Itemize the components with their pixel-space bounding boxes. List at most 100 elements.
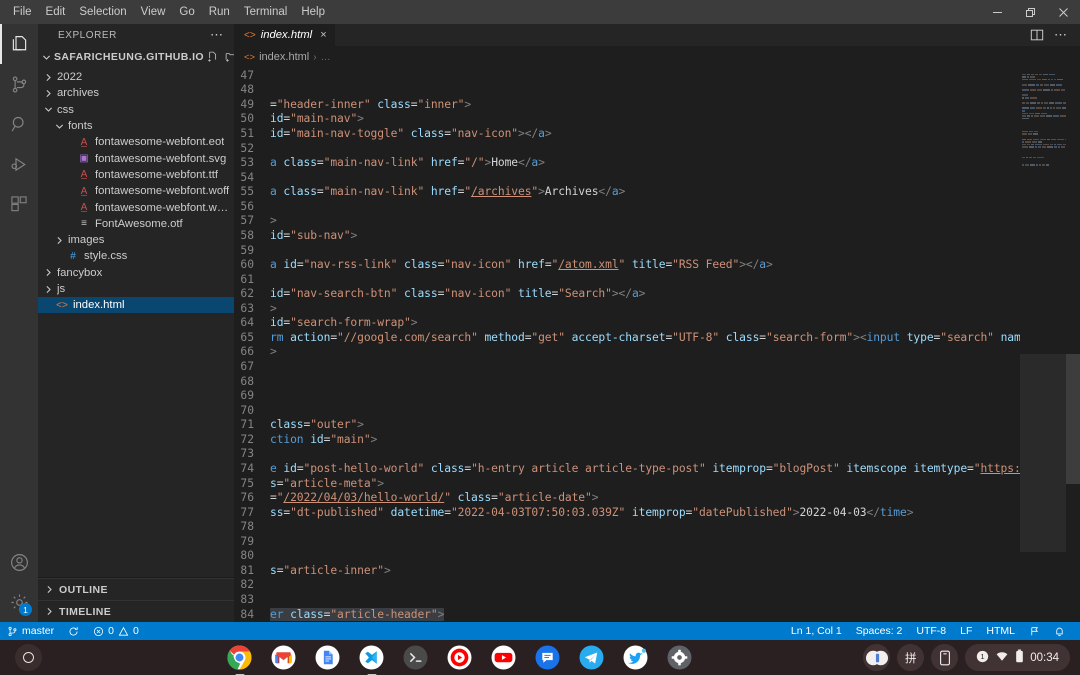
chat-icon bbox=[535, 645, 560, 670]
taskbar-app-youtube-music[interactable] bbox=[446, 644, 473, 671]
taskbar-app-telegram[interactable] bbox=[578, 644, 605, 671]
minimap-token bbox=[1033, 157, 1036, 159]
status-problems[interactable]: 0 0 bbox=[86, 622, 146, 640]
tree-file-fontawesome-webfont-svg[interactable]: ▣fontawesome-webfont.svg bbox=[38, 150, 234, 166]
tree-file-fontawesome-otf[interactable]: ≡FontAwesome.otf bbox=[38, 216, 234, 232]
menu-run[interactable]: Run bbox=[202, 2, 237, 23]
taskbar-app-settings[interactable] bbox=[666, 644, 693, 671]
taskbar-app-twitter[interactable] bbox=[622, 644, 649, 671]
status-branch[interactable]: master bbox=[0, 622, 61, 640]
taskbar-app-terminal[interactable] bbox=[402, 644, 429, 671]
minimap-token bbox=[1056, 107, 1061, 109]
tree-folder-js[interactable]: js bbox=[38, 281, 234, 297]
tree-folder-fonts[interactable]: fonts bbox=[38, 118, 234, 134]
tree-item-label: fontawesome-webfont.eot bbox=[95, 136, 224, 148]
minimap-token bbox=[1056, 84, 1062, 86]
taskbar-app-google-docs[interactable] bbox=[314, 644, 341, 671]
terminal-icon bbox=[403, 645, 428, 670]
chevron-down-icon bbox=[42, 105, 54, 114]
tray-battery-widget[interactable] bbox=[863, 644, 890, 671]
taskbar-app-chrome[interactable] bbox=[226, 644, 253, 671]
menu-terminal[interactable]: Terminal bbox=[237, 2, 294, 23]
line-number: 70 bbox=[234, 404, 270, 417]
code-line: 57> bbox=[234, 214, 1080, 229]
sidebar-section-timeline[interactable]: TIMELINE bbox=[38, 600, 234, 622]
tree-item-label: js bbox=[57, 283, 65, 295]
tree-folder-images[interactable]: images bbox=[38, 232, 234, 248]
taskbar-app-google-chat[interactable] bbox=[534, 644, 561, 671]
minimap-token bbox=[1022, 107, 1029, 109]
taskbar-app-youtube[interactable] bbox=[490, 644, 517, 671]
close-icon[interactable] bbox=[1047, 0, 1080, 24]
tree-folder-css[interactable]: css bbox=[38, 102, 234, 118]
minimap[interactable] bbox=[1020, 68, 1066, 622]
code-editor[interactable]: 474849="header-inner" class="inner">50id… bbox=[234, 68, 1080, 622]
tray-status-area[interactable]: 1 00:34 bbox=[965, 644, 1070, 671]
tree-file-fontawesome-webfont-ttf[interactable]: A̲fontawesome-webfont.ttf bbox=[38, 167, 234, 183]
tray-phone-hub-button[interactable] bbox=[931, 644, 958, 671]
breadcrumb-trailing[interactable]: … bbox=[321, 52, 331, 63]
sidebar-bottom-sections: OUTLINE TIMELINE bbox=[38, 577, 234, 622]
tree-file-style-css[interactable]: #style.css bbox=[38, 248, 234, 264]
launcher-button[interactable] bbox=[0, 644, 56, 671]
status-error-count: 0 bbox=[108, 625, 114, 637]
close-icon[interactable]: × bbox=[320, 29, 326, 41]
activitybar-item-source-control[interactable] bbox=[0, 64, 38, 104]
tray-ime-button[interactable]: 拼 bbox=[897, 644, 924, 671]
status-feedback[interactable] bbox=[1022, 622, 1047, 640]
tree-folder-2022[interactable]: 2022 bbox=[38, 69, 234, 85]
status-cursor-position[interactable]: Ln 1, Col 1 bbox=[784, 622, 849, 640]
split-editor-icon[interactable] bbox=[1030, 28, 1044, 42]
line-number: 83 bbox=[234, 593, 270, 606]
new-file-icon[interactable] bbox=[207, 51, 219, 63]
taskbar-app-gmail[interactable] bbox=[270, 644, 297, 671]
sidebar-section-outline[interactable]: OUTLINE bbox=[38, 578, 234, 600]
activitybar-item-manage-settings[interactable]: 1 bbox=[0, 582, 38, 622]
code-line: 58id="sub-nav"> bbox=[234, 228, 1080, 243]
minimap-token bbox=[1031, 115, 1033, 117]
minimap-token bbox=[1057, 139, 1064, 141]
account-icon bbox=[9, 552, 30, 573]
tab-index-html[interactable]: <> index.html × bbox=[234, 24, 336, 46]
menu-view[interactable]: View bbox=[134, 2, 173, 23]
minimap-token bbox=[1030, 89, 1036, 91]
minimap-slider[interactable] bbox=[1020, 354, 1066, 552]
status-language-mode[interactable]: HTML bbox=[979, 622, 1022, 640]
tree-folder-fancybox[interactable]: fancybox bbox=[38, 265, 234, 281]
status-eol[interactable]: LF bbox=[953, 622, 979, 640]
activitybar-item-accounts[interactable] bbox=[0, 542, 38, 582]
activitybar-item-search[interactable] bbox=[0, 104, 38, 144]
more-actions-icon[interactable]: ⋯ bbox=[1054, 31, 1068, 39]
minimize-icon[interactable] bbox=[981, 0, 1014, 24]
code-line: 48 bbox=[234, 83, 1080, 98]
tree-file-fontawesome-webfont-woff[interactable]: A̲fontawesome-webfont.woff bbox=[38, 183, 234, 199]
menu-edit[interactable]: Edit bbox=[39, 2, 73, 23]
status-indentation[interactable]: Spaces: 2 bbox=[849, 622, 910, 640]
more-actions-icon[interactable]: ⋯ bbox=[210, 31, 224, 39]
restore-icon[interactable] bbox=[1014, 0, 1047, 24]
menu-selection[interactable]: Selection bbox=[72, 2, 133, 23]
activitybar-item-extensions[interactable] bbox=[0, 184, 38, 224]
tree-folder-archives[interactable]: archives bbox=[38, 85, 234, 101]
explorer-root-header[interactable]: SAFARICHEUNG.GITHUB.IO bbox=[38, 46, 234, 68]
code-line: 63> bbox=[234, 301, 1080, 316]
activitybar-item-run-and-debug[interactable] bbox=[0, 144, 38, 184]
minimap-token bbox=[1030, 97, 1037, 99]
status-encoding[interactable]: UTF-8 bbox=[909, 622, 953, 640]
editor-scrollbar[interactable] bbox=[1066, 68, 1080, 622]
tree-file-fontawesome-webfont-eot[interactable]: A̲fontawesome-webfont.eot bbox=[38, 134, 234, 150]
vscode-window: File Edit Selection View Go Run Terminal… bbox=[0, 0, 1080, 675]
taskbar-app-vscode[interactable] bbox=[358, 644, 385, 671]
line-number: 78 bbox=[234, 520, 270, 533]
status-sync[interactable] bbox=[61, 622, 86, 640]
menu-go[interactable]: Go bbox=[172, 2, 201, 23]
menu-help[interactable]: Help bbox=[294, 2, 332, 23]
status-notifications[interactable] bbox=[1047, 622, 1072, 640]
menu-file[interactable]: File bbox=[6, 2, 39, 23]
tree-file-index-html[interactable]: <>index.html bbox=[38, 297, 234, 313]
breadcrumb-file[interactable]: index.html bbox=[259, 51, 309, 63]
scrollbar-thumb[interactable] bbox=[1066, 354, 1080, 484]
line-number: 50 bbox=[234, 112, 270, 125]
activitybar-item-explorer[interactable] bbox=[0, 24, 38, 64]
tree-file-fontawesome-webfont-woff2[interactable]: A̲fontawesome-webfont.woff2 bbox=[38, 199, 234, 215]
